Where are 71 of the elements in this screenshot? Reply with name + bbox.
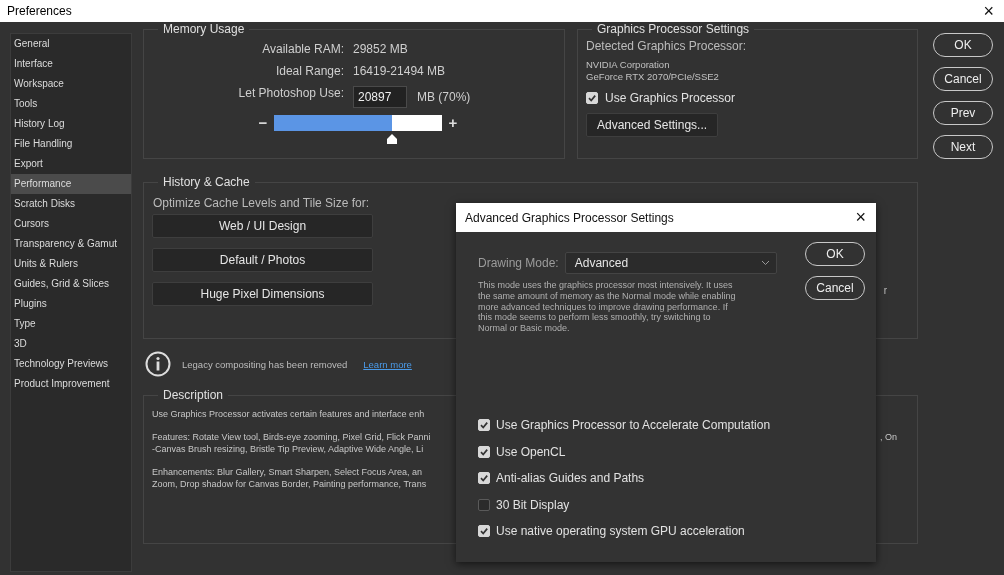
- section-label: Optimize Cache Levels and Tile Size for:: [153, 196, 371, 210]
- field-value: 29852 MB: [353, 41, 409, 58]
- sidebar-item[interactable]: Tools: [11, 94, 131, 114]
- notice-text: Legacy compositing has been removed: [182, 358, 348, 370]
- checkbox[interactable]: [478, 498, 490, 511]
- info-icon: [145, 351, 171, 377]
- description-text: -Canvas Brush resizing, Bristle Tip Preview, Adaptive Wide Angle, Li: [152, 443, 424, 455]
- dialog-button[interactable]: Cancel: [933, 67, 993, 91]
- preset-button[interactable]: Web / UI Design: [152, 214, 373, 238]
- sidebar-item[interactable]: Type: [11, 314, 131, 334]
- panel-title: Memory Usage: [162, 22, 246, 36]
- sidebar-item[interactable]: 3D: [11, 334, 131, 354]
- field-label: Detected Graphics Processor:: [586, 39, 748, 53]
- description-text: Use Graphics Processor activates certain features and interface enh: [152, 408, 425, 420]
- dialog-title: Advanced Graphics Processor Settings: [465, 210, 674, 225]
- gpu-vendor: NVIDIA Corporation: [586, 59, 671, 71]
- sidebar-item[interactable]: General: [11, 34, 131, 54]
- field-label: Let Photoshop Use:: [237, 85, 344, 102]
- window-title: Preferences: [6, 4, 72, 18]
- description-text: Features: Rotate View tool, Birds-eye zooming, Pixel Grid, Flick Panni: [152, 431, 431, 443]
- sidebar-item[interactable]: Plugins: [11, 294, 131, 314]
- sidebar-item[interactable]: Performance: [11, 174, 131, 194]
- checkbox-label: 30 Bit Display: [496, 497, 570, 512]
- sidebar-item[interactable]: Technology Previews: [11, 354, 131, 374]
- slider-thumb[interactable]: [386, 133, 397, 144]
- checkbox-label: Use OpenCL: [496, 444, 566, 459]
- panel-title: Graphics Processor Settings: [596, 22, 751, 36]
- field-label: Ideal Range:: [274, 63, 344, 80]
- sidebar-item[interactable]: Cursors: [11, 214, 131, 234]
- sidebar-item[interactable]: Workspace: [11, 74, 131, 94]
- checkbox-label: Use native operating system GPU acceleration: [496, 524, 745, 539]
- sidebar-item[interactable]: Export: [11, 154, 131, 174]
- unit-label: MB (70%): [417, 89, 471, 106]
- decrease-button[interactable]: −: [256, 114, 270, 131]
- preset-button[interactable]: Huge Pixel Dimensions: [152, 282, 373, 306]
- field-value: 16419-21494 MB: [353, 63, 447, 80]
- advanced-settings-button[interactable]: Advanced Settings...: [586, 113, 719, 137]
- checkbox-label: Use Graphics Processor to Accelerate Computation: [496, 418, 771, 433]
- checkbox-label: Use Graphics Processor: [605, 91, 736, 105]
- sidebar-item[interactable]: Interface: [11, 54, 131, 74]
- sidebar-item[interactable]: Units & Rulers: [11, 254, 131, 274]
- sidebar-item[interactable]: Product Improvement: [11, 374, 131, 394]
- description-text: Zoom, Drop shadow for Canvas Border, Painting performance, Trans: [152, 478, 427, 490]
- mode-description: This mode uses the graphics processor most intensively. It uses the same amount of memory as the Normal mode while enabling more advanced techniques to improve drawing performance. If this mode seems to perform less smoothly, try switching to Normal or Basic mode.: [478, 280, 737, 334]
- panel-title: Description: [162, 388, 225, 402]
- sidebar-item[interactable]: Transparency & Gamut: [11, 234, 131, 254]
- dialog-button[interactable]: OK: [933, 33, 993, 57]
- learn-more-link[interactable]: Learn more: [363, 358, 412, 370]
- sidebar-item[interactable]: Scratch Disks: [11, 194, 131, 214]
- checkbox-label: Anti-alias Guides and Paths: [496, 471, 645, 486]
- close-button[interactable]: ×: [973, 1, 1004, 21]
- dialog-button[interactable]: Next: [933, 135, 993, 159]
- chevron-down-icon: [760, 260, 770, 266]
- field-label: Available RAM:: [261, 41, 344, 58]
- dialog-button[interactable]: Cancel: [805, 276, 865, 300]
- cut-text: r: [883, 285, 887, 296]
- dialog-button[interactable]: Prev: [933, 101, 993, 125]
- increase-button[interactable]: +: [446, 114, 460, 131]
- drawing-mode-dropdown[interactable]: Advanced: [564, 252, 777, 274]
- field-label: Drawing Mode:: [478, 256, 559, 270]
- preset-button[interactable]: Default / Photos: [152, 248, 373, 272]
- sidebar-item[interactable]: File Handling: [11, 134, 131, 154]
- close-button[interactable]: ×: [845, 207, 876, 228]
- description-text: , On: [880, 431, 897, 443]
- sidebar-item[interactable]: Guides, Grid & Slices: [11, 274, 131, 294]
- sidebar-item[interactable]: History Log: [11, 114, 131, 134]
- dialog-button[interactable]: OK: [805, 242, 865, 266]
- description-text: Enhancements: Blur Gallery, Smart Sharpen, Select Focus Area, an: [152, 466, 422, 478]
- input-field[interactable]: 20897: [353, 86, 407, 108]
- panel-title: History & Cache: [162, 175, 251, 189]
- gpu-model: GeForce RTX 2070/PCIe/SSE2: [586, 71, 720, 83]
